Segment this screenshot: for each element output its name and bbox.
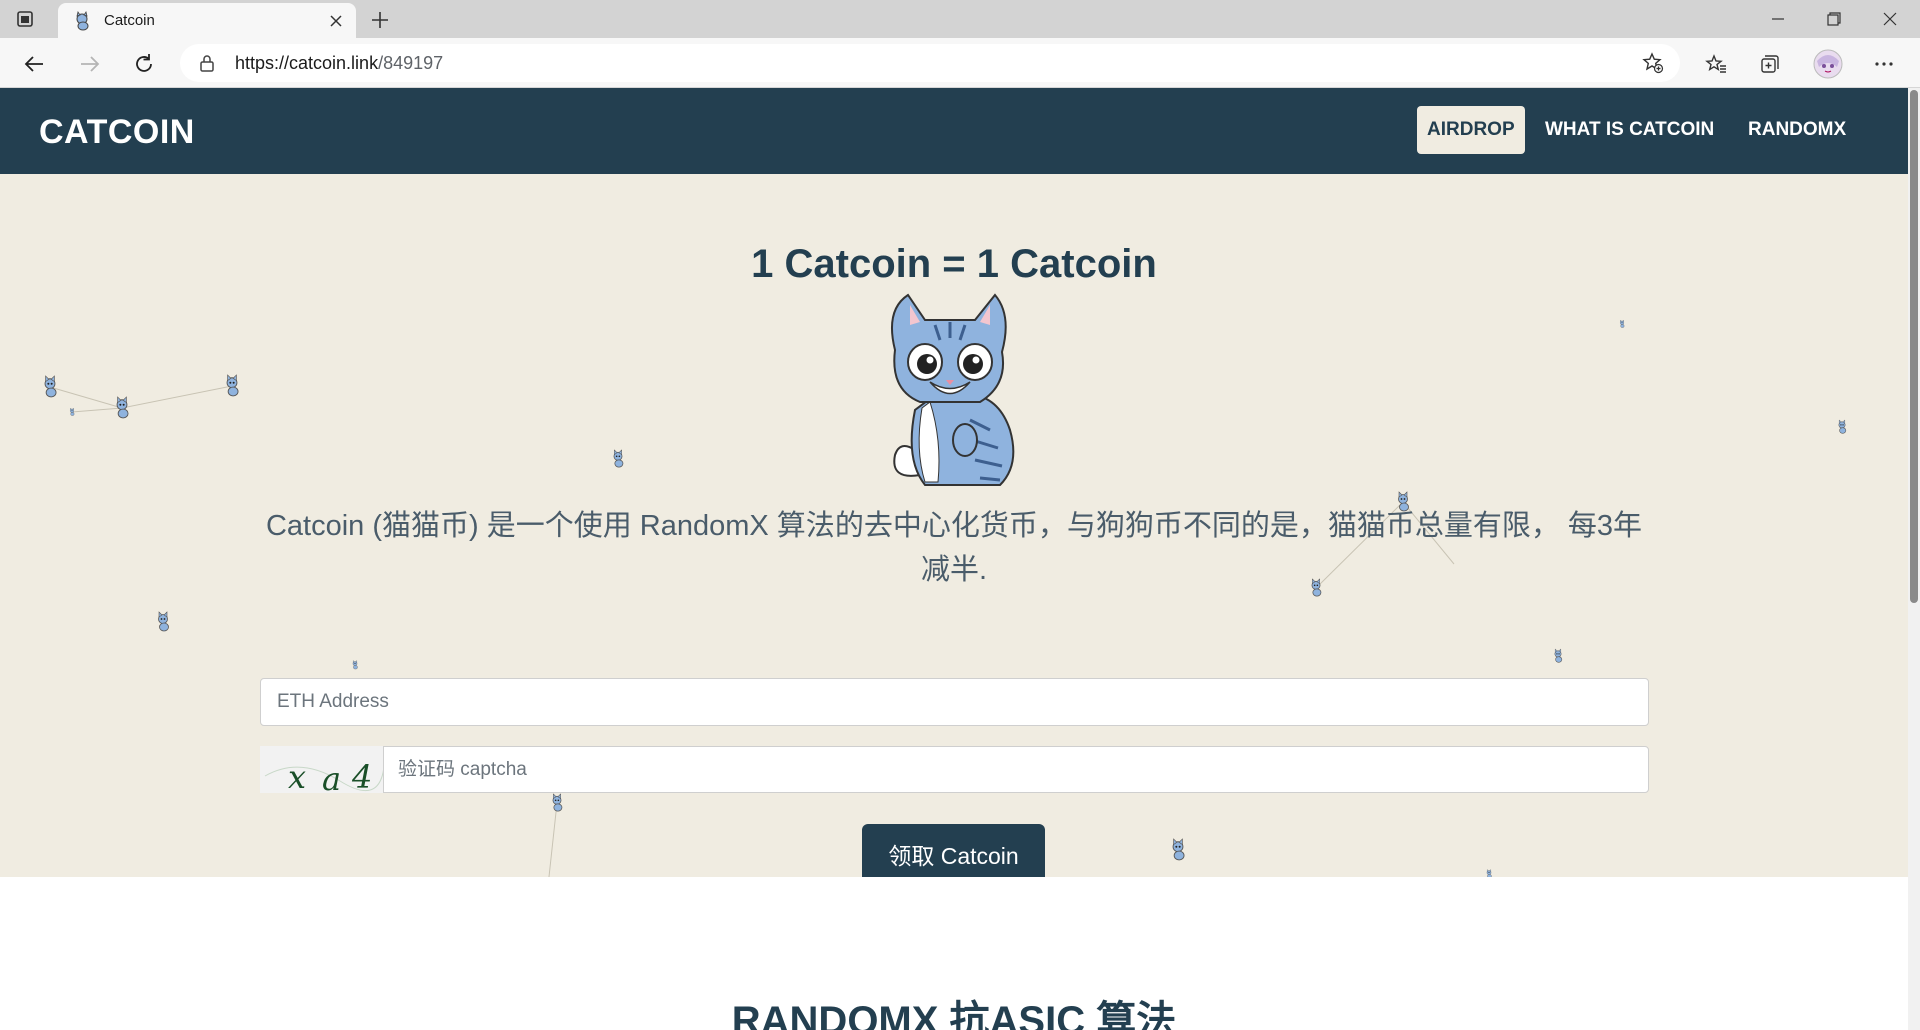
tab-title: Catcoin	[104, 12, 155, 29]
page-scrollbar[interactable]	[1908, 88, 1920, 1030]
browser-tab[interactable]: Catcoin	[58, 3, 356, 38]
plus-icon[interactable]	[368, 8, 392, 32]
randomx-section-title: RANDOMX 抗ASIC 算法	[731, 999, 1177, 1030]
tab-actions-icon[interactable]	[14, 8, 36, 30]
browser-tab-strip: Catcoin	[0, 0, 1920, 38]
url-text[interactable]: https://catcoin.link/849197	[235, 53, 443, 74]
hero-description: Catcoin (猫猫币) 是一个使用 RandomX 算法的去中心化货币，与狗…	[265, 510, 1642, 586]
captcha-char: 4	[352, 758, 373, 793]
scrollbar-thumb[interactable]	[1910, 90, 1918, 603]
nav-link-randomx[interactable]: RANDOMX	[1738, 106, 1856, 154]
claim-catcoin-button[interactable]: 领取 Catcoin	[862, 824, 1045, 877]
more-icon[interactable]	[1868, 48, 1900, 80]
page-viewport: CATCOIN AIRDROP WHAT IS CATCOIN RANDOMX	[0, 88, 1908, 1030]
star-plus-icon[interactable]	[1642, 52, 1664, 74]
arrow-right-icon[interactable]	[74, 48, 106, 80]
favorites-icon[interactable]	[1700, 48, 1732, 80]
lock-icon[interactable]	[198, 54, 216, 72]
nav-link-what-is-catcoin[interactable]: WHAT IS CATCOIN	[1535, 106, 1724, 154]
browser-toolbar: https://catcoin.link/849197	[0, 38, 1920, 88]
restore-icon[interactable]	[1806, 0, 1862, 38]
captcha-input[interactable]	[383, 746, 1649, 793]
url-host: https://catcoin.link	[235, 53, 379, 73]
brand-logo[interactable]: CATCOIN	[39, 113, 195, 152]
refresh-icon[interactable]	[128, 48, 160, 80]
site-navbar: CATCOIN AIRDROP WHAT IS CATCOIN RANDOMX	[0, 88, 1908, 174]
captcha-image[interactable]: x a 4	[260, 746, 384, 793]
airdrop-hero-section: 1 Catcoin = 1 Catcoin Catcoin (猫猫币) 是一个使…	[0, 174, 1908, 877]
collections-icon[interactable]	[1754, 48, 1786, 80]
captcha-char: a	[322, 760, 342, 793]
hero-title: 1 Catcoin = 1 Catcoin	[751, 242, 1157, 286]
url-path: /849197	[378, 53, 444, 73]
address-bar[interactable]: https://catcoin.link/849197	[180, 44, 1680, 82]
eth-address-input[interactable]	[260, 678, 1649, 726]
catcoin-mascot-image	[891, 293, 1015, 486]
minimize-icon[interactable]	[1750, 0, 1806, 38]
catcoin-favicon-icon	[76, 11, 89, 31]
close-window-icon[interactable]	[1862, 0, 1918, 38]
arrow-left-icon[interactable]	[18, 48, 50, 80]
avatar[interactable]	[1812, 48, 1844, 80]
close-icon[interactable]	[326, 11, 346, 31]
captcha-char: x	[288, 758, 307, 793]
nav-link-airdrop[interactable]: AIRDROP	[1417, 106, 1525, 154]
